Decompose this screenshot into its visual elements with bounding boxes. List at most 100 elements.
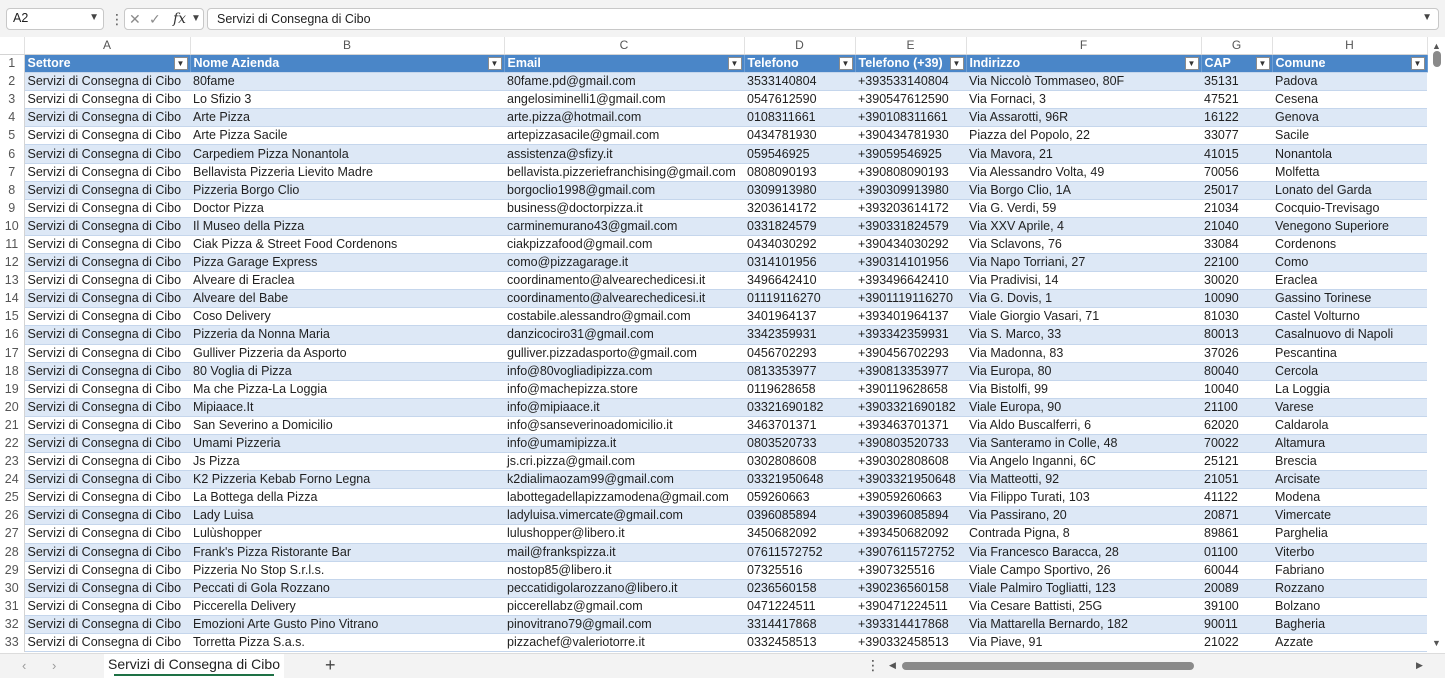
cell[interactable]: Coso Delivery	[190, 307, 504, 327]
name-box[interactable]: A2 ▼	[6, 8, 104, 30]
cell[interactable]: pinovitrano79@gmail.com	[504, 615, 744, 635]
cell[interactable]: 70056	[1201, 163, 1272, 182]
scroll-up-icon[interactable]: ▲	[1432, 41, 1441, 51]
cell[interactable]: Via Cesare Battisti, 25G	[966, 597, 1201, 616]
cell[interactable]: info@umamipizza.it	[504, 434, 744, 454]
filter-dropdown-icon[interactable]: ▼	[1255, 57, 1270, 70]
row-number[interactable]: 32	[0, 615, 25, 634]
cell[interactable]: Servizi di Consegna di Cibo	[24, 235, 190, 255]
cell[interactable]: Viale Campo Sportivo, 26	[966, 561, 1201, 580]
cell[interactable]: labottegadellapizzamodena@gmail.com	[504, 488, 744, 508]
cell[interactable]: 0803520733	[744, 434, 855, 454]
row-number[interactable]: 16	[0, 325, 25, 344]
sheet-tab-active[interactable]: Servizi di Consegna di Cibo	[104, 654, 284, 678]
cell[interactable]: +390332458513	[855, 633, 966, 653]
cell[interactable]: Venegono Superiore	[1272, 217, 1427, 236]
cell[interactable]: Servizi di Consegna di Cibo	[24, 108, 190, 128]
row-number[interactable]: 11	[0, 235, 25, 254]
cell[interactable]: Genova	[1272, 108, 1427, 128]
cell[interactable]: Emozioni Arte Gusto Pino Vitrano	[190, 615, 504, 635]
cell[interactable]: 03321690182	[744, 398, 855, 417]
cell[interactable]: 0331824579	[744, 217, 855, 236]
cell[interactable]: +390803520733	[855, 434, 966, 454]
row-number[interactable]: 20	[0, 398, 25, 417]
cell[interactable]: js.cri.pizza@gmail.com	[504, 452, 744, 472]
cell[interactable]: peccatidigolarozzano@libero.it	[504, 579, 744, 598]
cell[interactable]: Servizi di Consegna di Cibo	[24, 217, 190, 236]
column-header[interactable]: E	[855, 37, 967, 55]
header-cell[interactable]: Telefono ▼	[744, 54, 856, 74]
cell[interactable]: arte.pizza@hotmail.com	[504, 108, 744, 128]
cell[interactable]: 0302808608	[744, 452, 855, 472]
cell[interactable]: 37026	[1201, 344, 1272, 363]
cell[interactable]: +390434781930	[855, 126, 966, 146]
cell[interactable]: lulushopper@libero.it	[504, 524, 744, 544]
formula-input[interactable]: Servizi di Consegna di Cibo ▼	[207, 8, 1439, 30]
cell[interactable]: como@pizzagarage.it	[504, 253, 744, 273]
cell[interactable]: Arte Pizza	[190, 108, 504, 128]
column-header[interactable]: F	[966, 37, 1202, 55]
header-cell[interactable]: CAP ▼	[1201, 54, 1273, 74]
cell[interactable]: Viterbo	[1272, 543, 1427, 562]
cell[interactable]: danzicociro31@gmail.com	[504, 325, 744, 345]
cell[interactable]: 80fame	[190, 72, 504, 92]
cell[interactable]: +390314101956	[855, 253, 966, 273]
row-number[interactable]: 26	[0, 506, 25, 525]
cell[interactable]: Rozzano	[1272, 579, 1427, 598]
cell[interactable]: 0314101956	[744, 253, 855, 273]
scroll-right-icon[interactable]: ▶	[1416, 660, 1423, 671]
cell[interactable]: 0813353977	[744, 362, 855, 381]
column-header[interactable]: C	[504, 37, 745, 55]
row-number[interactable]: 17	[0, 344, 25, 363]
cell[interactable]: Viale Palmiro Togliatti, 123	[966, 579, 1201, 598]
cancel-icon[interactable]: ✕	[129, 11, 141, 28]
cell[interactable]: +390813353977	[855, 362, 966, 381]
cell[interactable]: Castel Volturno	[1272, 307, 1427, 327]
cell[interactable]: Servizi di Consegna di Cibo	[24, 470, 190, 490]
cell[interactable]: Varese	[1272, 398, 1427, 417]
cell[interactable]: Servizi di Consegna di Cibo	[24, 633, 190, 653]
cell[interactable]: Via Alessandro Volta, 49	[966, 163, 1201, 182]
cell[interactable]: Lo Sfizio 3	[190, 90, 504, 110]
cell[interactable]: Piccerella Delivery	[190, 597, 504, 616]
cell[interactable]: Js Pizza	[190, 452, 504, 472]
cell[interactable]: 3496642410	[744, 271, 855, 291]
cell[interactable]: 21040	[1201, 217, 1272, 236]
cell[interactable]: +390331824579	[855, 217, 966, 236]
cell[interactable]: 21100	[1201, 398, 1272, 417]
cell[interactable]: Servizi di Consegna di Cibo	[24, 199, 190, 218]
row-number[interactable]: 29	[0, 561, 25, 580]
row-number[interactable]: 30	[0, 579, 25, 598]
cell[interactable]: Peccati di Gola Rozzano	[190, 579, 504, 598]
cell[interactable]: Servizi di Consegna di Cibo	[24, 362, 190, 381]
cell[interactable]: angelosiminelli1@gmail.com	[504, 90, 744, 110]
cell[interactable]: 0471224511	[744, 597, 855, 616]
cell[interactable]: +393533140804	[855, 72, 966, 92]
cell[interactable]: 0434030292	[744, 235, 855, 255]
cell[interactable]: 059260663	[744, 488, 855, 508]
scroll-down-icon[interactable]: ▼	[1432, 638, 1441, 648]
filter-dropdown-icon[interactable]: ▼	[487, 57, 502, 70]
cell[interactable]: ciakpizzafood@gmail.com	[504, 235, 744, 255]
enter-icon[interactable]: ✓	[149, 11, 161, 28]
cell[interactable]: Pizza Garage Express	[190, 253, 504, 273]
cell[interactable]: Padova	[1272, 72, 1427, 92]
cell[interactable]: 41122	[1201, 488, 1272, 508]
cell[interactable]: Via Mattarella Bernardo, 182	[966, 615, 1201, 635]
cell[interactable]: Servizi di Consegna di Cibo	[24, 597, 190, 616]
cell[interactable]: +390236560158	[855, 579, 966, 598]
column-header[interactable]: A	[24, 37, 191, 55]
cell[interactable]: Lonato del Garda	[1272, 181, 1427, 200]
cell[interactable]: +390471224511	[855, 597, 966, 616]
cell[interactable]: Servizi di Consegna di Cibo	[24, 271, 190, 291]
cell[interactable]: 30020	[1201, 271, 1272, 291]
cell[interactable]: Servizi di Consegna di Cibo	[24, 398, 190, 417]
cell[interactable]: 01100	[1201, 543, 1272, 562]
cell[interactable]: Pizzeria Borgo Clio	[190, 181, 504, 200]
cell[interactable]: +390119628658	[855, 380, 966, 399]
cell[interactable]: +3907611572752	[855, 543, 966, 562]
cell[interactable]: 62020	[1201, 416, 1272, 435]
cell[interactable]: Servizi di Consegna di Cibo	[24, 416, 190, 435]
row-number[interactable]: 27	[0, 524, 25, 544]
cell[interactable]: Via Santeramo in Colle, 48	[966, 434, 1201, 454]
